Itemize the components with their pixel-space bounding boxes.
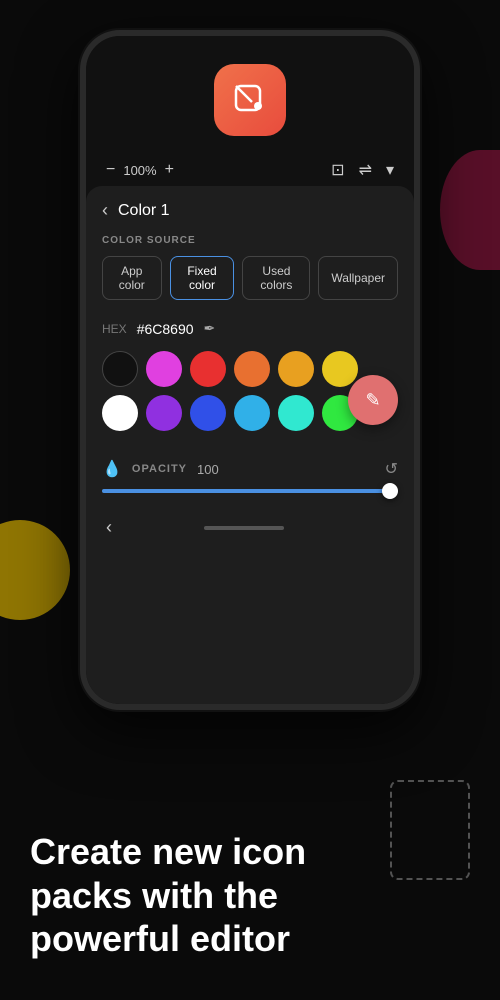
reset-icon[interactable]: ↺ [385, 459, 398, 479]
app-icon-area [86, 36, 414, 154]
color-source-label: COLOR SOURCE [86, 231, 414, 256]
hero-text: Create new icon packs with the powerful … [30, 830, 470, 960]
opacity-drop-icon: 💧 [102, 459, 122, 479]
nav-home-bar [204, 526, 284, 530]
swatch-black[interactable] [102, 351, 138, 387]
slider-track[interactable] [102, 489, 398, 493]
swatch-red[interactable] [190, 351, 226, 387]
bg-maroon-shape [440, 150, 500, 270]
panel: ‹ Color 1 COLOR SOURCE App color Fixed c… [86, 186, 414, 704]
swatch-light-blue[interactable] [234, 395, 270, 431]
panel-title: Color 1 [118, 202, 170, 220]
fixed-color-button[interactable]: Fixed color [170, 256, 235, 300]
opacity-value: 100 [197, 462, 219, 477]
opacity-row: 💧 OPACITY 100 ↺ [86, 449, 414, 485]
used-colors-button[interactable]: Used colors [242, 256, 310, 300]
hex-value: #6C8690 [137, 321, 194, 337]
swatch-yellow[interactable] [322, 351, 358, 387]
bottom-text-area: Create new icon packs with the powerful … [0, 800, 500, 1000]
app-color-button[interactable]: App color [102, 256, 162, 300]
bottom-nav: ‹ [86, 509, 414, 548]
hex-row: HEX #6C8690 ✒ [86, 314, 414, 351]
swatches-area: ✎ [86, 351, 414, 449]
bg-yellow-shape [0, 520, 70, 620]
dropdown-icon[interactable]: ▾ [386, 160, 394, 180]
swatch-amber[interactable] [278, 351, 314, 387]
swatch-blue[interactable] [190, 395, 226, 431]
color-source-row: App color Fixed color Used colors Wallpa… [86, 256, 414, 314]
swatch-cyan[interactable] [278, 395, 314, 431]
app-icon[interactable] [214, 64, 286, 136]
panel-back-button[interactable]: ‹ [102, 200, 108, 221]
edit-fab-icon: ✎ [365, 390, 380, 411]
edit-fab[interactable]: ✎ [348, 375, 398, 425]
swatch-magenta[interactable] [146, 351, 182, 387]
shuffle-icon[interactable]: ⇌ [359, 160, 372, 180]
opacity-label: OPACITY [132, 463, 187, 475]
swatch-orange[interactable] [234, 351, 270, 387]
swatch-purple[interactable] [146, 395, 182, 431]
wallpaper-button[interactable]: Wallpaper [318, 256, 398, 300]
phone-frame: − 100% + ⊡ ⇌ ▾ ‹ Color 1 COLOR SOURCE Ap… [80, 30, 420, 710]
slider-row [86, 485, 414, 509]
zoom-minus-button[interactable]: − [106, 161, 115, 179]
swatch-white[interactable] [102, 395, 138, 431]
nav-back-icon[interactable]: ‹ [106, 517, 112, 538]
eyedropper-icon[interactable]: ✒ [204, 320, 216, 337]
panel-header: ‹ Color 1 [86, 186, 414, 231]
toolbar-row: − 100% + ⊡ ⇌ ▾ [86, 154, 414, 186]
app-icon-svg [230, 80, 270, 120]
zoom-plus-button[interactable]: + [165, 161, 174, 179]
hex-label: HEX [102, 322, 127, 336]
zoom-level-text: 100% [123, 163, 156, 178]
swatches-row-1 [102, 351, 398, 387]
slider-thumb[interactable] [382, 483, 398, 499]
scan-icon[interactable]: ⊡ [331, 160, 344, 180]
